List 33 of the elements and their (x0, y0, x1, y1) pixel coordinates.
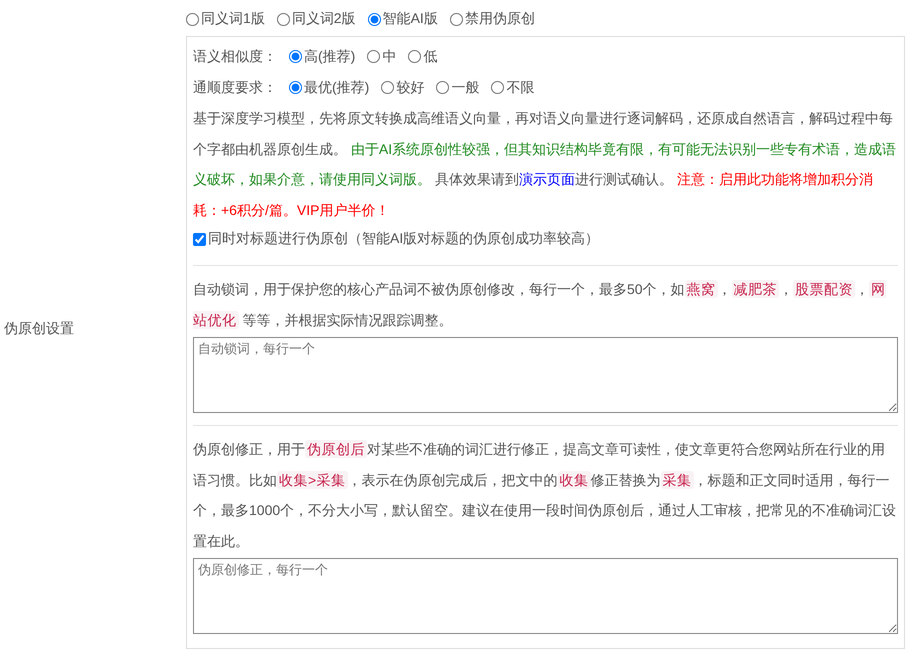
radio-button[interactable] (289, 81, 302, 94)
corrections-field[interactable]: 伪原创修正，每行一个 (193, 558, 898, 634)
radio-option[interactable]: 同义词1版 (186, 10, 265, 28)
radio-button[interactable] (436, 81, 450, 94)
radio-option[interactable]: 最优(推荐) (289, 78, 370, 96)
radio-option[interactable]: 智能AI版 (368, 10, 438, 28)
checkbox[interactable] (193, 232, 206, 246)
radio-button[interactable] (368, 12, 381, 26)
radio-button[interactable] (408, 50, 422, 63)
lock-words-field[interactable]: 自动锁词，每行一个 (193, 337, 898, 413)
radio-button[interactable] (289, 50, 302, 63)
radio-option[interactable]: 一般 (436, 78, 480, 96)
description-text: 基于深度学习模型，先将原文转换成高维语义向量，再对语义向量进行逐词解码，还原成自然语言，解码过程中每个字都由机器原创生成。 由于AI系统原创性较强，但其知识结构毕竟有限，有可能无法识别一些专有术语，造成语义破坏，如果介意，请使用同义词版。 具体效果请到演示页面进行测试确认。 注意：启用此功能将增加积分消耗：+6积分/篇。VIP用户半价！ (193, 109, 898, 220)
field-label: 通顺度要求： (193, 78, 277, 96)
radio-button[interactable] (367, 50, 380, 63)
radio-option[interactable]: 同义词2版 (276, 10, 356, 28)
radio-option[interactable]: 禁用伪原创 (450, 10, 535, 28)
radio-option[interactable]: 中 (367, 48, 396, 66)
radio-option[interactable]: 不限 (491, 78, 534, 96)
radio-option[interactable]: 较好 (381, 78, 424, 96)
description-text: 伪原创修正，用于伪原创后 对某些不准确的词汇进行修正，提高文章可读性，使文章更符合您网站所在行业的用语习惯。比如 收集>采集，表示在伪原创完成后，把文中的 收集 修正替换为 采集，标题和正文同时适用，每行一个，最多1000个，不分大小写，默认留空。建议在使用一段时间伪原创后，通过人工审核，把常见的不准确词汇设置在此。 (193, 439, 898, 550)
radio-button[interactable] (450, 12, 463, 26)
field-label: 语义相似度： (193, 48, 277, 66)
section-label: 伪原创设置 (4, 320, 74, 336)
radio-button[interactable] (381, 81, 394, 94)
radio-option[interactable]: 低 (408, 48, 438, 66)
checkbox-option[interactable]: 同时对标题进行伪原创（智能AI版对标题的伪原创成功率较高） (193, 230, 600, 248)
radio-button[interactable] (491, 81, 504, 94)
radio-button[interactable] (276, 12, 290, 26)
demo-page-link[interactable]: 演示页面 (518, 171, 575, 187)
radio-button[interactable] (186, 12, 199, 26)
radio-option[interactable]: 高(推荐) (289, 48, 356, 66)
description-text: 自动锁词，用于保护您的核心产品词不被伪原创修改，每行一个，最多50个，如 燕窝，减肥茶，股票配资，网站优化 等等，并根据实际情况跟踪调整。 (193, 279, 887, 330)
